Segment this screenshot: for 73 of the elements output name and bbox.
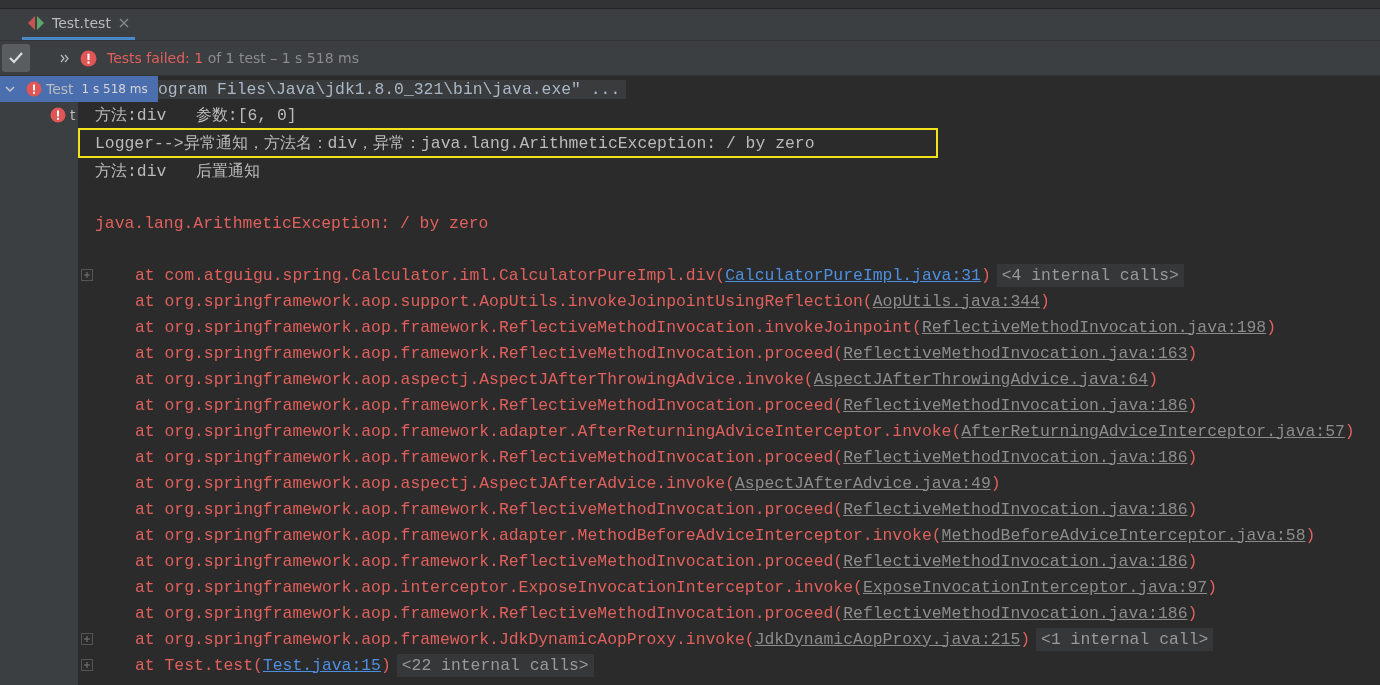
expand-icon[interactable] [81,269,93,281]
source-link[interactable]: AopUtils.java:344 [872,291,1040,311]
source-link[interactable]: ExposeInvocationInterceptor.java:97 [862,577,1208,597]
source-link[interactable]: ReflectiveMethodInvocation.java:198 [921,317,1267,337]
source-link[interactable]: MethodBeforeAdviceInterceptor.java:58 [941,525,1306,545]
stack-frame: at org.springframework.aop.framework.JdkDynamicAopProxy.invoke( [135,629,755,649]
source-link[interactable]: ReflectiveMethodInvocation.java:186 [843,551,1188,571]
stack-frame: at org.springframework.aop.framework.ReflectiveMethodInvocation.proceed( [135,551,844,571]
source-link[interactable]: ReflectiveMethodInvocation.java:186 [843,499,1188,519]
tree-item[interactable]: t [0,102,78,128]
paren: ) [980,265,991,285]
paren: ) [990,473,1001,493]
stack-frame: at org.springframework.aop.aspectj.AspectJAfterAdvice.invoke( [135,473,735,493]
source-link[interactable]: AspectJAfterThrowingAdvice.java:64 [813,369,1149,389]
error-icon [80,49,97,67]
source-link[interactable]: AfterReturningAdviceInterceptor.java:57 [961,421,1345,441]
console-output: 方法:div 参数:[6, 0] [95,105,297,126]
paren: ) [1039,291,1050,311]
stack-frame: at org.springframework.aop.framework.ReflectiveMethodInvocation.proceed( [135,395,844,415]
source-link[interactable]: JdkDynamicAopProxy.java:215 [754,629,1021,649]
console-output: 方法:div 后置通知 [95,161,260,182]
paren: ) [1187,395,1198,415]
paren: ) [1207,577,1217,597]
paren: ) [1187,447,1198,467]
paren: ) [1187,603,1198,623]
stack-frame: at org.springframework.aop.support.AopUtils.invokeJoinpointUsingReflection( [135,291,873,311]
stack-frame: at org.springframework.aop.framework.adapter.AfterReturningAdviceInterceptor.invoke( [135,421,962,441]
stack-frame: at org.springframework.aop.aspectj.AspectJAfterThrowingAdvice.invoke( [135,369,814,389]
paren: ) [1148,369,1158,389]
source-link[interactable]: ReflectiveMethodInvocation.java:186 [843,447,1188,467]
stack-frame: at Test.test( [135,655,263,675]
source-link[interactable]: AspectJAfterAdvice.java:49 [735,473,991,493]
paren: ) [1020,629,1031,649]
test-status: Tests failed: 1 of 1 test – 1 s 518 ms [107,50,359,66]
internal-calls[interactable]: <4 internal calls> [996,263,1184,287]
error-icon [50,107,66,123]
stack-frame: at org.springframework.aop.framework.ReflectiveMethodInvocation.proceed( [135,447,844,467]
test-duration: 1 s 518 ms [81,82,148,96]
check-button[interactable] [2,44,30,72]
stack-frame: at org.springframework.aop.framework.adapter.MethodBeforeAdviceInterceptor.invoke( [135,525,942,545]
tab-label: Test.test [52,15,111,31]
paren: ) [1187,551,1198,571]
internal-calls[interactable]: <1 internal call> [1036,627,1214,651]
paren: ) [1266,317,1276,337]
stack-frame: at org.springframework.aop.framework.ReflectiveMethodInvocation.proceed( [135,343,844,363]
test-name: Test [46,81,74,97]
paren: ) [1187,343,1198,363]
stack-frame: at org.springframework.aop.framework.ReflectiveMethodInvocation.proceed( [135,499,844,519]
close-icon[interactable] [118,18,129,28]
stack-frame: at com.atguigu.spring.Calculator.iml.CalculatorPureImpl.div( [135,265,726,285]
expand-icon[interactable] [81,633,93,645]
paren: ) [380,655,391,675]
internal-calls[interactable]: <22 internal calls> [396,653,594,677]
source-link[interactable]: ReflectiveMethodInvocation.java:186 [843,603,1188,623]
stack-frame: at org.springframework.aop.framework.ReflectiveMethodInvocation.invokeJoinpoint( [135,317,922,337]
stack-frame: at org.springframework.aop.interceptor.ExposeInvocationInterceptor.invoke( [135,577,863,597]
source-link[interactable]: CalculatorPureImpl.java:31 [725,265,981,285]
source-link[interactable]: ReflectiveMethodInvocation.java:163 [843,343,1188,363]
tree-item[interactable]: Test 1 s 518 ms [0,76,158,102]
source-link[interactable]: Test.java:15 [262,655,381,675]
expand-icon[interactable] [81,659,93,671]
paren: ) [1187,499,1198,519]
paren: ) [1344,421,1355,441]
console-output: Logger-->异常通知，方法名：div，异常：java.lang.ArithmeticException: / by zero [95,133,815,154]
paren: ) [1305,525,1316,545]
stack-frame: at org.springframework.aop.framework.ReflectiveMethodInvocation.proceed( [135,603,844,623]
chevrons-icon[interactable] [60,53,70,63]
error-icon [26,81,42,97]
error-message: java.lang.ArithmeticException: / by zero [95,213,489,233]
test-name: t [70,107,76,123]
test-file-icon [28,16,44,30]
check-icon [8,51,24,65]
source-link[interactable]: ReflectiveMethodInvocation.java:186 [843,395,1188,415]
